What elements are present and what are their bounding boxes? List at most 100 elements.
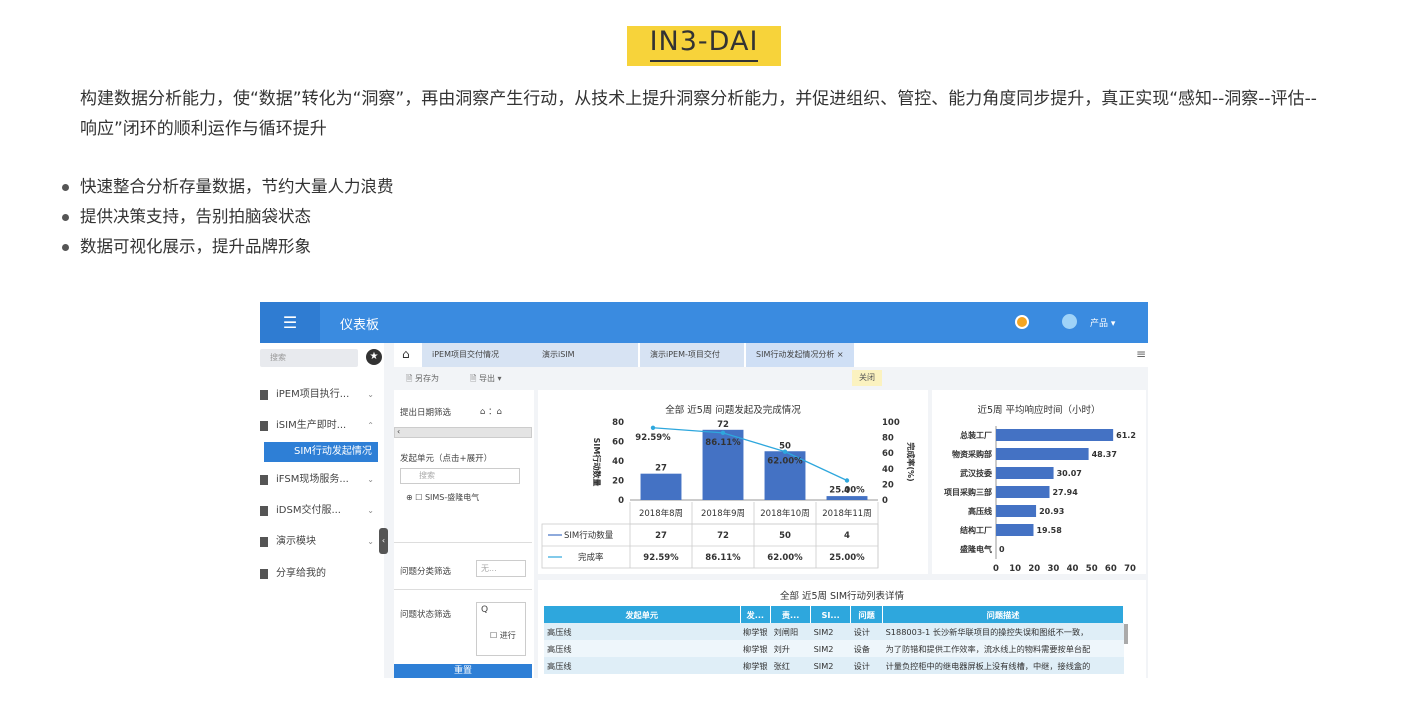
category-select[interactable]: 无... bbox=[476, 560, 526, 577]
app-title: 仪表板 bbox=[340, 318, 380, 333]
y-tick-label: 80 bbox=[612, 418, 624, 428]
dashboard-screenshot: ☰ 仪表板 产品 ▾ 搜索 ★ iPEM项目执行... ⌄ iSIM生产即时...… bbox=[260, 302, 1148, 678]
star-icon[interactable]: ★ bbox=[366, 349, 382, 365]
horizontal-scrollbar[interactable]: ‹ bbox=[394, 427, 532, 438]
rate-value-label: 62.00% bbox=[767, 457, 803, 467]
top-bar: ☰ 仪表板 产品 ▾ bbox=[260, 302, 1148, 343]
y2-tick-label: 60 bbox=[882, 449, 894, 459]
column-header[interactable]: 问题 bbox=[850, 606, 884, 623]
sidebar-item-ipem[interactable]: iPEM项目执行... ⌄ bbox=[260, 385, 384, 405]
search-input[interactable]: 搜索 bbox=[260, 349, 358, 367]
bar-value-label: 61.2 bbox=[1116, 431, 1136, 440]
x-tick-label: 60 bbox=[1105, 564, 1117, 574]
tab-sim-analysis[interactable]: SIM行动发起情况分析 × bbox=[746, 343, 854, 367]
feature-list: 快速整合分析存量数据，节约大量人力浪费 提供决策支持，告别拍脑袋状态 数据可视化… bbox=[62, 172, 394, 262]
category-label: 项目采购三部 bbox=[944, 487, 992, 497]
bar-value-label: 27.94 bbox=[1052, 488, 1078, 497]
tab-demo-ipem[interactable]: 演示iPEM-项目交付 bbox=[640, 343, 744, 367]
module-icon bbox=[260, 421, 268, 431]
toolbar: 🗎 另存为 🗎 导出 ▾ bbox=[394, 367, 1148, 389]
chevron-down-icon: ⌄ bbox=[367, 390, 374, 399]
notification-icon[interactable] bbox=[1015, 315, 1029, 329]
x-tick-label: 70 bbox=[1124, 564, 1136, 574]
export-button[interactable]: 🗎 导出 ▾ bbox=[470, 373, 502, 387]
table-count-cell: 4 bbox=[844, 531, 850, 541]
module-icon bbox=[260, 390, 268, 400]
sidebar-item-isim[interactable]: iSIM生产即时... ⌃ bbox=[260, 416, 384, 436]
category-label: 2018年10周 bbox=[760, 508, 809, 519]
bar-value-label: 20.93 bbox=[1039, 507, 1064, 516]
chevron-up-icon: ⌃ bbox=[367, 421, 374, 430]
y2-tick-label: 40 bbox=[882, 465, 894, 475]
bar bbox=[826, 496, 868, 500]
column-header[interactable]: 发起单元 bbox=[544, 606, 741, 623]
category-label: 盛隆电气 bbox=[960, 544, 992, 554]
category-filter-label: 问题分类筛选 bbox=[400, 567, 452, 577]
menu-icon[interactable]: ☰ bbox=[260, 302, 320, 343]
y2-tick-label: 0 bbox=[882, 496, 888, 506]
y2-tick-label: 100 bbox=[882, 418, 900, 428]
column-header[interactable]: 责... bbox=[770, 606, 812, 623]
y-tick-label: 40 bbox=[612, 457, 624, 467]
sim-table-panel: 全部 近5周 SIM行动列表详情 发起单元 发... 责... SI... 问题… bbox=[538, 580, 1146, 678]
bar bbox=[640, 473, 682, 500]
tab-demo-isim[interactable]: 演示iSIM bbox=[532, 343, 638, 367]
bar-value-label: 27 bbox=[655, 464, 667, 474]
bar-value-label: 48.37 bbox=[1092, 450, 1117, 459]
y-tick-label: 20 bbox=[612, 477, 624, 487]
x-tick-label: 40 bbox=[1067, 564, 1079, 574]
category-label: 高压线 bbox=[968, 506, 992, 516]
reset-button[interactable]: 重置 bbox=[394, 664, 532, 678]
avatar[interactable] bbox=[1062, 314, 1077, 329]
table-row[interactable]: 高压线 柳学银 刘闸阳 SIM2 设计 S188003-1 长沙新华联项目的操控失误和图纸… bbox=[544, 623, 1124, 640]
x-tick-label: 20 bbox=[1028, 564, 1040, 574]
category-label: 2018年11周 bbox=[822, 508, 871, 519]
sidebar-item-shared[interactable]: 分享给我的 bbox=[260, 564, 384, 584]
tab-ipem-delivery[interactable]: iPEM项目交付情况 bbox=[422, 343, 544, 367]
table-row[interactable]: 高压线 柳学银 刘升 SIM2 设备 为了防错和提供工作效率，流水线上的物料需要按单台配 bbox=[544, 640, 1124, 657]
more-menu-icon[interactable]: ≡ bbox=[1136, 347, 1146, 361]
bar bbox=[996, 505, 1037, 517]
bar-value-label: 30.07 bbox=[1057, 469, 1082, 478]
sidebar-item-ifsm[interactable]: iFSM现场服务... ⌄ bbox=[260, 470, 384, 490]
close-button[interactable]: 关闭 bbox=[852, 370, 882, 386]
table-count-cell: 27 bbox=[655, 531, 667, 541]
save-as-button[interactable]: 🗎 另存为 bbox=[406, 373, 439, 387]
bullet-icon bbox=[62, 184, 69, 191]
response-chart: 总装工厂 61.2 物资采购部 48.37 武汉技委 30.07 项目采购三部 27.94 高压… bbox=[944, 426, 1136, 574]
sidebar-item-demo[interactable]: 演示模块 ⌄ bbox=[260, 532, 384, 552]
date-range-input[interactable]: ⌂ ：⌂ bbox=[480, 405, 530, 417]
sidebar-item-idsm[interactable]: iDSM交付服... ⌄ bbox=[260, 501, 384, 521]
rate-point bbox=[650, 425, 656, 430]
rate-value-label: 25.00% bbox=[829, 486, 865, 496]
category-label: 结构工厂 bbox=[960, 525, 992, 535]
legend-label: SIM行动数量 bbox=[564, 530, 614, 541]
filter-panel: 提出日期筛选 ⌂ ：⌂ ‹ 发起单元（点击+展开） 搜索 ⊕ ☐ SIMS-盛隆… bbox=[394, 390, 534, 678]
bar-value-label: 19.58 bbox=[1036, 526, 1062, 535]
unit-search-input[interactable]: 搜索 bbox=[400, 468, 520, 484]
scroll-left-icon[interactable]: ‹ bbox=[397, 427, 400, 436]
column-header[interactable]: 发... bbox=[740, 606, 772, 623]
sidebar: 搜索 ★ iPEM项目执行... ⌄ iSIM生产即时... ⌃ SIM行动发起情况… bbox=[260, 343, 384, 678]
column-header[interactable]: SI... bbox=[810, 606, 852, 623]
table-count-cell: 50 bbox=[779, 531, 791, 541]
unit-tree-item[interactable]: ⊕ ☐ SIMS-盛隆电气 bbox=[406, 492, 479, 503]
user-menu[interactable]: 产品 ▾ bbox=[1090, 316, 1115, 329]
status-search-input[interactable]: Q bbox=[476, 602, 526, 656]
sidebar-item-sim-analysis[interactable]: SIM行动发起情况分... bbox=[264, 442, 378, 477]
rate-value-label: 86.11% bbox=[705, 438, 741, 448]
category-label: 武汉技委 bbox=[960, 468, 993, 478]
list-item: 数据可视化展示，提升品牌形象 bbox=[62, 232, 394, 262]
table-rate-cell: 86.11% bbox=[705, 553, 741, 563]
collapse-sidebar-icon[interactable]: ‹ bbox=[379, 528, 388, 554]
bar bbox=[996, 448, 1089, 460]
issue-chart: 0 20 40 60 80 0 20 40 60 80 100 SIM行动数量 完成率(%) 27 72 50… bbox=[541, 418, 916, 569]
status-option[interactable]: ☐ 进行 bbox=[490, 630, 516, 641]
vertical-scrollbar[interactable] bbox=[1124, 624, 1128, 644]
table-row[interactable]: 高压线 柳学银 张红 SIM2 设计 计量负控柜中的继电器屏板上没有线槽，中继，接线盒的 bbox=[544, 657, 1124, 674]
x-tick-label: 10 bbox=[1009, 564, 1021, 574]
bar bbox=[996, 467, 1054, 479]
share-icon bbox=[260, 569, 268, 579]
column-header[interactable]: 问题描述 bbox=[882, 606, 1124, 623]
home-icon[interactable]: ⌂ bbox=[402, 347, 410, 361]
